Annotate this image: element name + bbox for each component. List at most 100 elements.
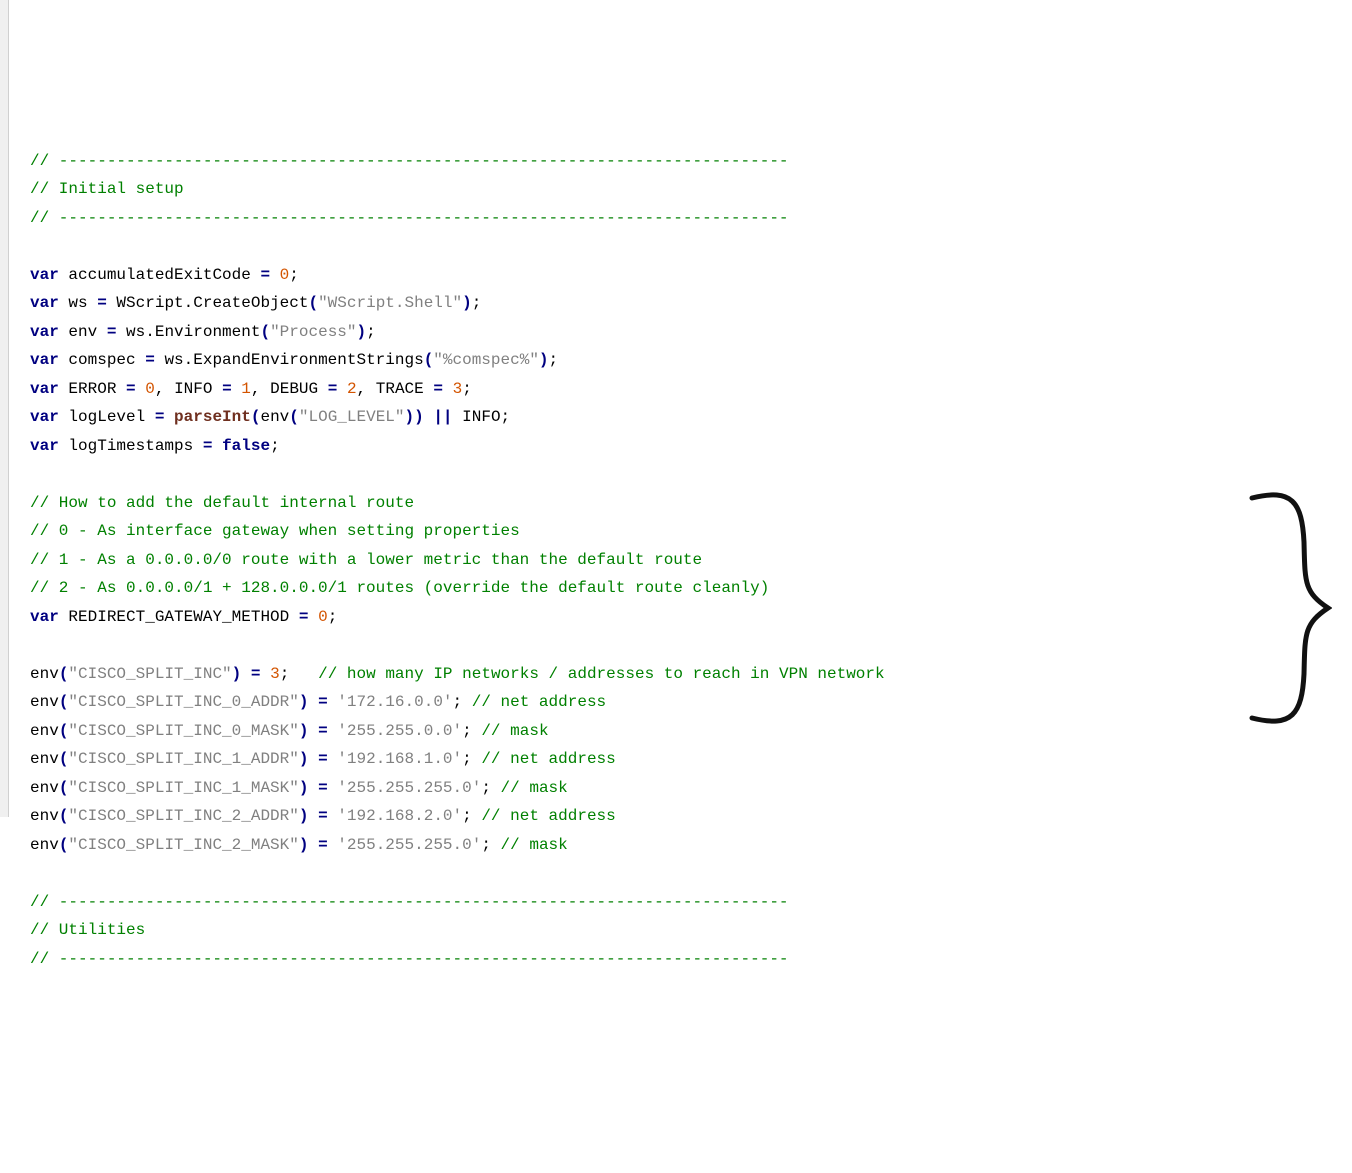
token-id: logTimestamps <box>59 437 203 455</box>
token-str: "%comspec%" <box>433 351 539 369</box>
token-p: ( <box>59 665 69 683</box>
token-id <box>241 665 251 683</box>
token-c: // mask <box>501 836 568 854</box>
token-kw: var <box>30 266 59 284</box>
token-id: env <box>30 750 59 768</box>
token-id: accumulatedExitCode <box>59 266 261 284</box>
code-line: // How to add the default internal route <box>30 489 1352 518</box>
token-op: = <box>145 351 155 369</box>
code-line: var accumulatedExitCode = 0; <box>30 261 1352 290</box>
token-id <box>308 779 318 797</box>
token-id: ws.Environment <box>116 323 260 341</box>
token-p: ) <box>357 323 367 341</box>
token-p: ) <box>232 665 242 683</box>
token-c: // -------------------------------------… <box>30 209 789 227</box>
code-line: env("CISCO_SPLIT_INC_2_ADDR") = '192.168… <box>30 802 1352 831</box>
token-id: ERROR <box>59 380 126 398</box>
token-id: WScript.CreateObject <box>107 294 309 312</box>
token-op: = <box>97 294 107 312</box>
token-kw: var <box>30 294 59 312</box>
token-num: 3 <box>270 665 280 683</box>
token-c: // -------------------------------------… <box>30 893 789 911</box>
token-id: ; <box>462 722 481 740</box>
token-c: // Initial setup <box>30 180 184 198</box>
code-line: var logLevel = parseInt(env("LOG_LEVEL")… <box>30 403 1352 432</box>
token-c: // how many IP networks / addresses to r… <box>318 665 885 683</box>
token-id: env <box>30 693 59 711</box>
token-id <box>270 266 280 284</box>
code-line: // Utilities <box>30 916 1352 945</box>
token-str: '255.255.255.0' <box>337 836 481 854</box>
token-p: ( <box>59 693 69 711</box>
code-line: var logTimestamps = false; <box>30 432 1352 461</box>
code-line: // 1 - As a 0.0.0.0/0 route with a lower… <box>30 546 1352 575</box>
token-kw: var <box>30 323 59 341</box>
code-line: var ws = WScript.CreateObject("WScript.S… <box>30 289 1352 318</box>
code-line: // -------------------------------------… <box>30 147 1352 176</box>
code-line: // -------------------------------------… <box>30 945 1352 974</box>
token-p: )) <box>405 408 424 426</box>
code-line: // 0 - As interface gateway when setting… <box>30 517 1352 546</box>
token-id: ; <box>549 351 559 369</box>
token-kw: var <box>30 351 59 369</box>
token-id <box>308 750 318 768</box>
token-str: "CISCO_SPLIT_INC_1_MASK" <box>68 779 298 797</box>
token-str: '172.16.0.0' <box>337 693 452 711</box>
token-p: ( <box>424 351 434 369</box>
code-line: env("CISCO_SPLIT_INC_1_ADDR") = '192.168… <box>30 745 1352 774</box>
token-op: = <box>318 779 328 797</box>
token-num: 0 <box>145 380 155 398</box>
code-line <box>30 631 1352 660</box>
code-line <box>30 859 1352 888</box>
token-c: // How to add the default internal route <box>30 494 414 512</box>
token-op: = <box>318 807 328 825</box>
token-id: env <box>30 807 59 825</box>
token-str: "WScript.Shell" <box>318 294 462 312</box>
token-id: , INFO <box>155 380 222 398</box>
code-line: var env = ws.Environment("Process"); <box>30 318 1352 347</box>
token-p: ) <box>299 836 309 854</box>
token-p: ( <box>59 836 69 854</box>
token-id: env <box>260 408 289 426</box>
token-id <box>164 408 174 426</box>
token-id: ; <box>481 836 500 854</box>
token-p: ( <box>59 722 69 740</box>
token-str: "LOG_LEVEL" <box>299 408 405 426</box>
token-id <box>328 750 338 768</box>
code-line: env("CISCO_SPLIT_INC_2_MASK") = '255.255… <box>30 831 1352 860</box>
token-op: = <box>260 266 270 284</box>
token-op: = <box>222 380 232 398</box>
token-id: logLevel <box>59 408 155 426</box>
token-str: '255.255.255.0' <box>337 779 481 797</box>
token-p: ( <box>260 323 270 341</box>
token-id: env <box>30 836 59 854</box>
token-kw: false <box>222 437 270 455</box>
token-op: = <box>433 380 443 398</box>
token-op: = <box>155 408 165 426</box>
token-str: "Process" <box>270 323 356 341</box>
token-str: "CISCO_SPLIT_INC_0_ADDR" <box>68 693 298 711</box>
code-line: var REDIRECT_GATEWAY_METHOD = 0; <box>30 603 1352 632</box>
token-c: // -------------------------------------… <box>30 950 789 968</box>
token-id <box>308 807 318 825</box>
token-id <box>308 693 318 711</box>
token-op: || <box>433 408 452 426</box>
token-c: // mask <box>501 779 568 797</box>
token-id: ; <box>462 750 481 768</box>
token-p: ( <box>59 750 69 768</box>
token-num: 0 <box>280 266 290 284</box>
token-id <box>424 408 434 426</box>
token-id <box>232 380 242 398</box>
token-id: comspec <box>59 351 145 369</box>
token-str: '255.255.0.0' <box>337 722 462 740</box>
token-c: // 1 - As a 0.0.0.0/0 route with a lower… <box>30 551 702 569</box>
token-id <box>260 665 270 683</box>
token-id: ; <box>453 693 472 711</box>
token-id <box>328 779 338 797</box>
token-id: INFO; <box>453 408 511 426</box>
token-str: '192.168.1.0' <box>337 750 462 768</box>
token-p: ) <box>539 351 549 369</box>
token-op: = <box>203 437 213 455</box>
token-kw: var <box>30 608 59 626</box>
code-line: // -------------------------------------… <box>30 888 1352 917</box>
